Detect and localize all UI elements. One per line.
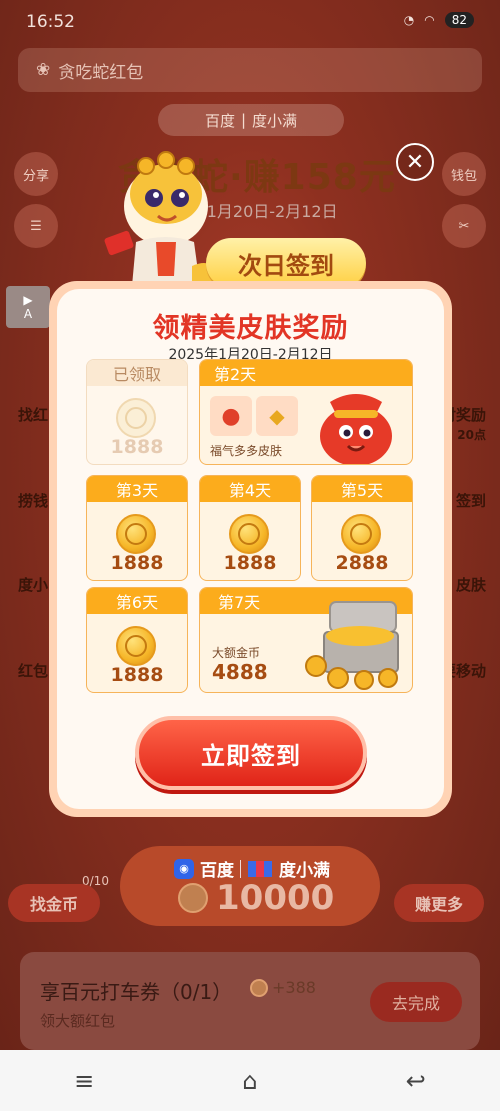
left-label-1[interactable]: 找红 <box>18 404 48 425</box>
menu-icon: ☰ <box>30 218 42 234</box>
task-go-button[interactable]: 去完成 <box>370 982 462 1022</box>
left-label-4[interactable]: 红包 <box>18 660 48 681</box>
day-card-amount: 1888 <box>110 552 164 574</box>
day-card-header: 第4天 <box>200 476 300 502</box>
coin-icon <box>178 883 208 913</box>
back-nav-button[interactable]: ↩ <box>406 1067 426 1095</box>
coin-icon <box>116 514 156 554</box>
floating-assist-button[interactable]: ▶ A <box>6 286 50 328</box>
task-card: 享百元打车券（0/1） +388 领大额红包 去完成 <box>20 952 480 1050</box>
task-subtitle: 领大额红包 <box>40 1012 116 1030</box>
day-card-4[interactable]: 第4天 1888 <box>199 475 301 581</box>
day-card-2[interactable]: 第2天 ● ◆ 福气多多皮肤 <box>199 359 413 465</box>
coin-icon <box>341 514 381 554</box>
day-card-6[interactable]: 第6天 1888 <box>86 587 188 693</box>
modal-title: 领精美皮肤奖励 <box>152 313 349 344</box>
task-title: 享百元打车券（0/1） <box>40 980 233 1004</box>
right-label-3[interactable]: 签到 <box>456 490 486 511</box>
footer-duxiaoman-label: 度小满 <box>279 861 330 881</box>
brand-pill: 百度 | 度小满 <box>158 104 344 136</box>
home-nav-button[interactable]: ⌂ <box>242 1067 257 1095</box>
skin-item: ● <box>210 396 252 436</box>
close-button[interactable]: ✕ <box>396 143 434 181</box>
day-card-5[interactable]: 第5天 2888 <box>311 475 413 581</box>
coin-icon <box>116 626 156 666</box>
search-bar[interactable]: ❀ 贪吃蛇红包 <box>18 48 482 92</box>
battery-indicator: 82 <box>444 12 474 28</box>
signal-icon: ◔ <box>403 13 415 27</box>
footer-baidu-label: 百度 <box>200 861 234 881</box>
right-label-2: 20点 <box>457 428 486 442</box>
left-label-2[interactable]: 捞钱 <box>18 490 48 511</box>
duxiaoman-label: 度小满 <box>252 111 298 130</box>
coin-icon <box>229 514 269 554</box>
day-card-header: 第3天 <box>87 476 187 502</box>
play-icon: ▶ <box>23 293 33 307</box>
snake-mascot-illustration <box>104 151 215 288</box>
brand-divider <box>240 859 241 878</box>
background-coin-total: 10000 <box>178 878 334 918</box>
search-input[interactable]: 贪吃蛇红包 <box>58 58 143 83</box>
earn-more-button[interactable]: 赚更多 <box>394 884 484 922</box>
wifi-icon: ◠ <box>424 13 435 27</box>
floating-label: A <box>23 307 33 321</box>
share-button[interactable]: 分享 <box>14 152 58 196</box>
treasure-chest-icon <box>305 601 399 690</box>
day-card-amount: 4888 <box>212 660 268 684</box>
day-card-header: 第5天 <box>312 476 412 502</box>
gold-ingot-item: ◆ <box>256 396 298 436</box>
left-label-3[interactable]: 度小 <box>18 574 48 595</box>
right-label-4[interactable]: 皮肤 <box>456 574 486 595</box>
day-card-amount: 1888 <box>110 664 164 686</box>
day-card-header: 第6天 <box>87 588 187 614</box>
day-card-1: 已领取 1888 <box>86 359 188 465</box>
coin-icon <box>116 398 156 438</box>
find-gold-button[interactable]: 找金币 <box>8 884 100 922</box>
task-reward: +388 <box>250 978 316 997</box>
clip-button[interactable]: ✂ <box>442 204 486 248</box>
bag-icon: ● <box>221 403 241 429</box>
close-icon: ✕ <box>405 149 425 175</box>
brand-divider: | <box>240 111 247 129</box>
menu-nav-button[interactable]: ≡ <box>74 1067 94 1095</box>
baidu-logo-icon: ◉ <box>174 858 194 879</box>
day-card-reward-text: 大额金币 <box>212 646 261 660</box>
sign-in-now-button[interactable]: 立即签到 <box>135 716 367 790</box>
scissors-icon: ✂ <box>458 218 470 234</box>
coin-icon <box>250 978 268 997</box>
footer-brand: ◉ 百度 度小满 <box>174 856 330 881</box>
paw-icon: ❀ <box>36 60 51 80</box>
day-card-3[interactable]: 第3天 1888 <box>86 475 188 581</box>
day-card-amount: 2888 <box>335 552 389 574</box>
day-card-amount: 1888 <box>110 436 164 458</box>
ingot-icon: ◆ <box>269 404 285 428</box>
coin-total-value: 10000 <box>216 878 335 918</box>
day-card-reward-text: 福气多多皮肤 <box>210 444 283 458</box>
baidu-label: 百度 <box>204 111 235 130</box>
day-card-7[interactable]: 第7天 大额金币 4888 <box>199 587 413 693</box>
lucky-bag-icon <box>320 394 392 464</box>
status-icons: ◔ ◠ 82 <box>404 12 474 28</box>
menu-button[interactable]: ☰ <box>14 204 58 248</box>
status-bar: 16:52 ◔ ◠ 82 <box>0 0 500 46</box>
day-card-amount: 1888 <box>223 552 277 574</box>
duxiaoman-logo-icon <box>248 860 272 877</box>
system-nav-bar: ≡ ⌂ ↩ <box>0 1050 500 1111</box>
task-reward-value: +388 <box>272 978 316 997</box>
status-time: 16:52 <box>26 12 75 32</box>
wallet-button[interactable]: 钱包 <box>442 152 486 196</box>
day-card-header: 已领取 <box>87 360 187 386</box>
